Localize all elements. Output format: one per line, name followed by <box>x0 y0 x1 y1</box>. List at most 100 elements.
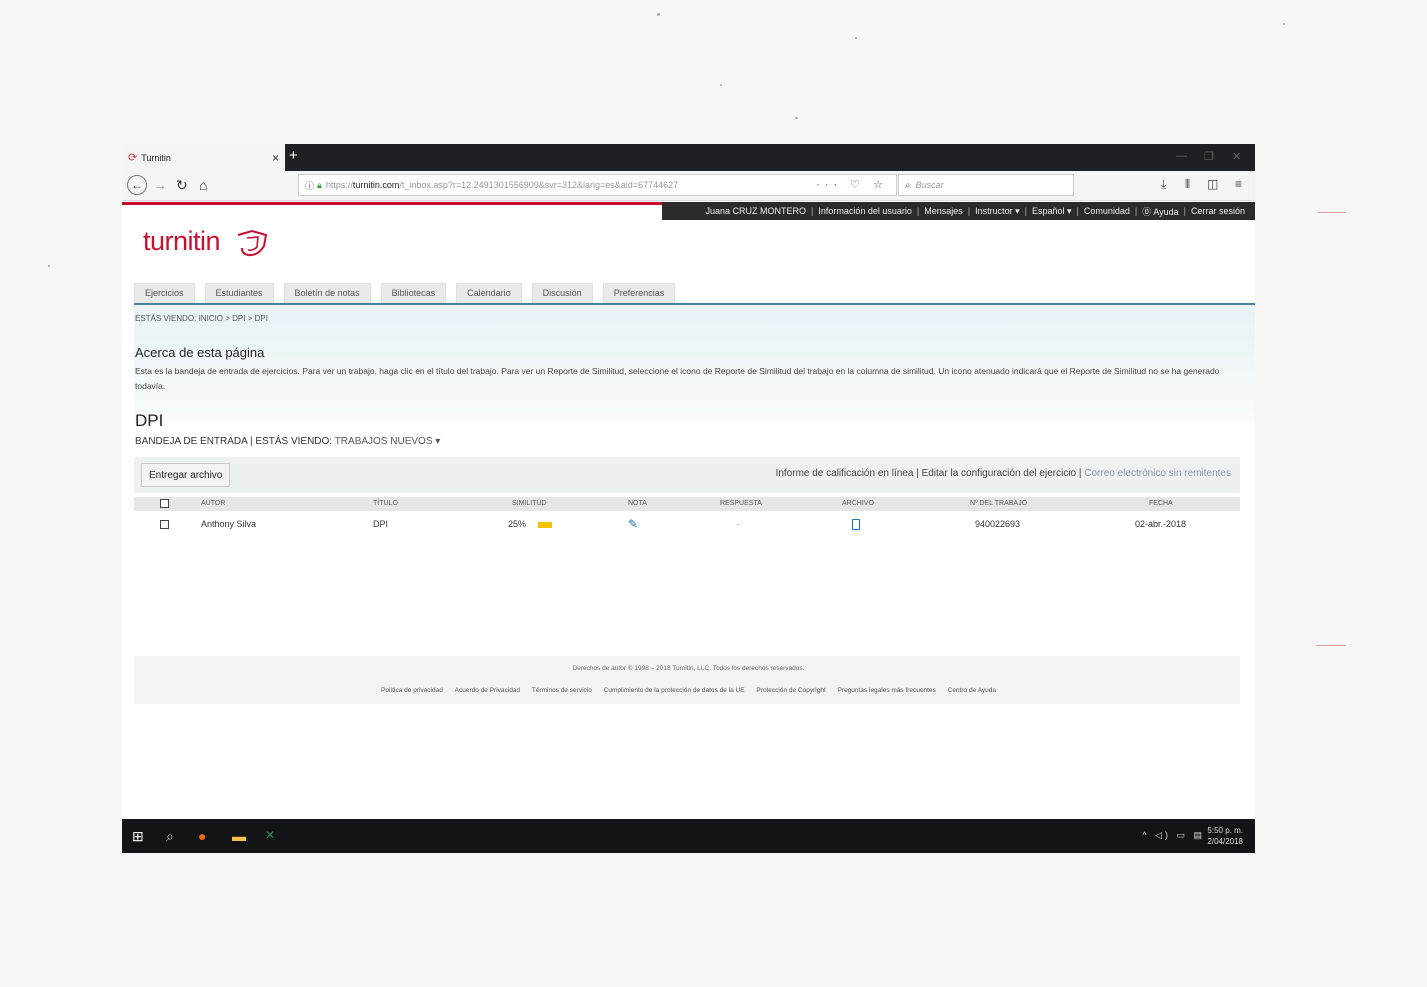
column-file[interactable]: ARCHIVO <box>842 500 874 507</box>
excel-icon[interactable]: ✕ <box>265 828 275 842</box>
language-dropdown[interactable]: Español ▾ <box>1032 206 1072 217</box>
firefox-icon[interactable]: ● <box>198 828 206 844</box>
submit-file-button[interactable]: Entregar archivo <box>141 463 231 487</box>
grade-report-link[interactable]: Informe de calificación en línea <box>776 468 914 479</box>
home-icon[interactable]: ⌂ <box>199 177 207 193</box>
footer-links: Política de privacidad Acuerdo de Privac… <box>122 687 1255 694</box>
close-window-icon[interactable]: ✕ <box>1232 150 1241 163</box>
column-response[interactable]: RESPUESTA <box>720 500 762 507</box>
user-info-link[interactable]: Información del usuario <box>818 206 912 216</box>
footer-link[interactable]: Política de privacidad <box>381 687 443 694</box>
url-prefix: https:// <box>325 180 353 190</box>
column-paper-id[interactable]: Nº DEL TRABAJO <box>970 500 1027 507</box>
info-icon[interactable]: ⓘ <box>305 179 314 192</box>
url-host: turnitin.com <box>352 180 400 190</box>
email-link[interactable]: Correo electrónico sin remitentes <box>1084 468 1231 479</box>
column-date[interactable]: FECHA <box>1149 500 1173 507</box>
view-dropdown[interactable]: TRABAJOS NUEVOS ▾ <box>335 436 441 447</box>
edit-grade-icon[interactable]: ✎ <box>628 517 638 531</box>
paper-mark <box>1316 645 1346 646</box>
new-tab-button[interactable]: + <box>289 147 298 164</box>
tab-preferences[interactable]: Preferencias <box>602 283 676 303</box>
footer-link[interactable]: Protección de Copyright <box>756 687 825 694</box>
search-placeholder: Buscar <box>915 180 944 190</box>
similarity-value: 25% <box>508 519 527 529</box>
about-text: Esta es la bandeja de entrada de ejercic… <box>135 366 1220 391</box>
user-name[interactable]: Juana CRUZ MONTERO <box>705 206 806 216</box>
column-title[interactable]: TÍTULO <box>373 500 398 507</box>
page-actions-icons[interactable]: ··· ♡ ☆ <box>816 178 888 191</box>
select-all-checkbox[interactable] <box>160 499 169 508</box>
logout-link[interactable]: Cerrar sesión <box>1191 206 1245 216</box>
table-row: Anthony Silva DPI 25% ✎ - 940022693 02-a… <box>134 516 1240 534</box>
system-tray-icons[interactable]: ^ ◁) ▭ ▤ <box>1142 830 1205 841</box>
footer-link[interactable]: Preguntas legales más frecuentes <box>838 687 936 694</box>
messages-link[interactable]: Mensajes <box>924 206 963 216</box>
brand-bar <box>122 202 662 205</box>
close-tab-icon[interactable]: × <box>272 151 279 165</box>
turnitin-logo[interactable]: turnitin <box>143 226 221 257</box>
sidebar-icon[interactable]: ◫ <box>1207 177 1218 191</box>
column-similarity[interactable]: SIMILITUD <box>512 500 547 507</box>
clock-time: 5:50 p. m. <box>1207 826 1243 835</box>
tab-calendar[interactable]: Calendario <box>456 283 522 303</box>
row-checkbox[interactable] <box>160 520 169 529</box>
about-title: Acerca de esta página <box>135 345 265 360</box>
restore-icon[interactable]: ❐ <box>1204 150 1214 163</box>
paper-speck <box>1283 23 1285 25</box>
author-cell: Anthony Silva <box>201 519 257 529</box>
tab-gradebook[interactable]: Boletín de notas <box>283 283 371 303</box>
file-explorer-icon[interactable]: ▬ <box>232 828 246 844</box>
paper-speck <box>657 13 660 16</box>
search-icon[interactable]: ⌕ <box>166 828 174 845</box>
back-icon[interactable]: ← <box>127 175 147 195</box>
paper-speck <box>48 265 50 267</box>
action-bar: Entregar archivo Informe de calificación… <box>134 457 1240 493</box>
column-grade[interactable]: NOTA <box>628 500 647 507</box>
screen: ⟳ Turnitin × + — ❐ ✕ ← → ↻ ⌂ ⓘ 🔒︎ https:… <box>122 144 1255 853</box>
paper-id-cell: 940022693 <box>975 519 1021 529</box>
tab-exercises[interactable]: Ejercicios <box>134 283 195 303</box>
help-link[interactable]: ⓪ Ayuda <box>1142 205 1178 218</box>
windows-start-icon[interactable]: ⊞ <box>132 828 144 845</box>
footer-link[interactable]: Acuerdo de Privacidad <box>455 687 520 694</box>
footer-link[interactable]: Cumplimiento de la protección de datos d… <box>604 687 745 694</box>
paper-speck <box>795 117 798 119</box>
tab-libraries[interactable]: Bibliotecas <box>380 283 447 303</box>
separator: | <box>913 468 922 479</box>
download-icon[interactable]: ⤓ <box>1161 177 1166 192</box>
library-icon[interactable]: ⫴ <box>1185 177 1190 192</box>
footer-link[interactable]: Centro de Ayuda <box>948 687 996 694</box>
minimize-icon[interactable]: — <box>1176 150 1187 162</box>
community-link[interactable]: Comunidad <box>1084 206 1130 216</box>
browser-tab-bar: ⟳ Turnitin × + — ❐ ✕ <box>122 144 1255 171</box>
search-icon: ⌕ <box>905 179 911 191</box>
tab-students[interactable]: Estudiantes <box>204 283 274 303</box>
url-bar[interactable]: ⓘ 🔒︎ https:// turnitin.com /t_inbox.asp?… <box>298 174 897 196</box>
inbox-view-line: BANDEJA DE ENTRADA | ESTÁS VIENDO: TRABA… <box>135 436 440 447</box>
action-links: Informe de calificación en línea | Edita… <box>776 468 1231 479</box>
browser-navbar: ← → ↻ ⌂ ⓘ 🔒︎ https:// turnitin.com /t_in… <box>122 171 1255 201</box>
forward-icon[interactable]: → <box>153 177 167 193</box>
tab-discussion[interactable]: Discusión <box>531 283 593 303</box>
browser-tab[interactable]: ⟳ Turnitin × <box>122 144 285 171</box>
clock-date: 2/04/2018 <box>1207 837 1243 846</box>
paper-speck <box>720 84 722 86</box>
similarity-report-icon[interactable] <box>538 521 553 528</box>
date-cell: 02-abr.-2018 <box>1135 519 1187 529</box>
role-dropdown[interactable]: Instructor ▾ <box>975 206 1020 217</box>
title-link[interactable]: DPI <box>373 519 388 529</box>
edit-settings-link[interactable]: Editar la configuración del ejercicio <box>922 468 1077 479</box>
file-icon[interactable] <box>852 519 860 530</box>
paper-mark <box>1318 212 1346 213</box>
clock[interactable]: 5:50 p. m. 2/04/2018 <box>1207 825 1243 847</box>
url-path: /t_inbox.asp?r=12.2491301556909&svr=312&… <box>399 180 679 190</box>
column-author[interactable]: AUTOR <box>201 500 225 507</box>
windows-taskbar: ⊞ ⌕ ● ▬ ✕ ^ ◁) ▭ ▤ 5:50 p. m. 2/04/2018 <box>122 819 1255 853</box>
similarity-cell[interactable]: 25% <box>508 519 553 529</box>
reload-icon[interactable]: ↻ <box>176 177 188 194</box>
search-bar[interactable]: ⌕ Buscar <box>898 174 1074 196</box>
footer-link[interactable]: Términos de servicio <box>532 687 592 694</box>
response-cell: - <box>737 519 740 529</box>
menu-icon[interactable]: ≡ <box>1235 177 1242 191</box>
